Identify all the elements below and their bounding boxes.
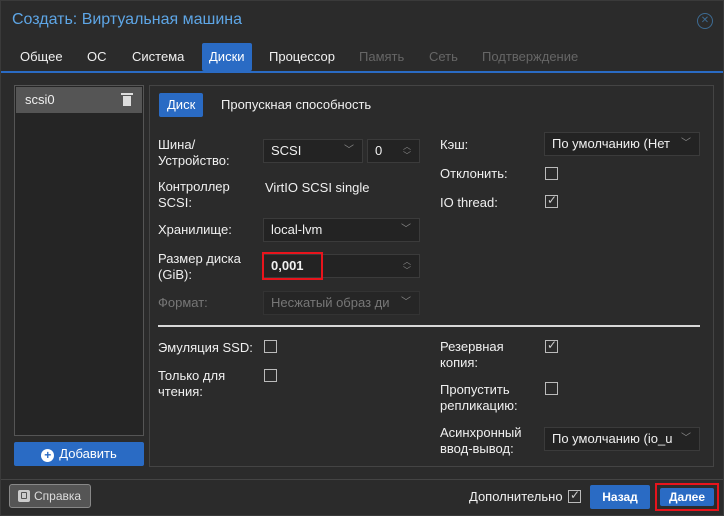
async-io-select-value: По умолчанию (io_u <box>552 431 673 446</box>
readonly-checkbox[interactable] <box>264 369 277 382</box>
chevron-down-icon: ﹀ <box>398 292 411 314</box>
spinner-icon[interactable]: ︿ ﹀ <box>403 142 411 160</box>
tab-disks[interactable]: Диски <box>202 43 252 71</box>
format-label: Формат: <box>158 295 208 310</box>
ssd-emulation-label: Эмуляция SSD: <box>158 340 253 355</box>
disk-item-label: scsi0 <box>25 92 55 107</box>
create-vm-dialog: Создать: Виртуальная машина ✕ Общее ОС С… <box>0 0 724 516</box>
skip-replication-checkbox[interactable] <box>545 382 558 395</box>
dialog-footer: Справка Дополнительно ✓ Назад Далее <box>1 479 723 515</box>
disk-list: scsi0 <box>14 85 144 436</box>
tab-cpu[interactable]: Процессор <box>262 43 342 71</box>
tab-system[interactable]: Система <box>125 43 191 71</box>
disk-size-highlight <box>262 252 323 280</box>
advanced-label: Дополнительно <box>469 489 563 504</box>
add-disk-button[interactable]: + Добавить <box>14 442 144 466</box>
trash-icon[interactable] <box>121 93 133 106</box>
format-select[interactable]: Несжатый образ ди ﹀ <box>263 291 420 315</box>
storage-label: Хранилище: <box>158 222 232 237</box>
iothread-label: IO thread: <box>440 195 498 210</box>
bus-select-value: SCSI <box>271 143 302 158</box>
chevron-down-icon: ﹀ <box>344 145 354 156</box>
divider <box>158 325 700 327</box>
next-button-highlight: Далее <box>655 483 719 511</box>
async-io-select[interactable]: По умолчанию (io_u ﹀ <box>544 427 700 451</box>
controller-label: Контроллер SCSI: <box>158 179 230 210</box>
skip-replication-label: Пропустить репликацию: <box>440 382 518 413</box>
dialog-title: Создать: Виртуальная машина <box>12 11 242 28</box>
chevron-down-icon: ﹀ <box>678 428 691 450</box>
controller-value: VirtIO SCSI single <box>265 180 370 195</box>
next-button[interactable]: Далее <box>660 488 714 506</box>
subtab-bandwidth[interactable]: Пропускная способность <box>213 93 379 117</box>
chevron-down-icon: ﹀ <box>678 133 691 155</box>
spinner-icon[interactable]: ︿ ﹀ <box>403 257 411 275</box>
help-button[interactable]: Справка <box>9 484 91 508</box>
tab-underline <box>1 71 723 73</box>
book-icon <box>18 490 30 502</box>
plus-circle-icon: + <box>41 449 55 462</box>
ssd-emulation-checkbox[interactable] <box>264 340 277 353</box>
discard-checkbox[interactable] <box>545 167 558 180</box>
disk-list-item[interactable]: scsi0 <box>16 87 142 113</box>
readonly-label: Только для чтения: <box>158 368 226 399</box>
tab-memory[interactable]: Память <box>352 43 411 71</box>
backup-label: Резервная копия: <box>440 339 504 370</box>
dialog-titlebar: Создать: Виртуальная машина ✕ <box>1 1 723 39</box>
cache-label: Кэш: <box>440 137 469 152</box>
chevron-down-icon: ﹀ <box>401 224 411 235</box>
subtab-disk[interactable]: Диск <box>159 93 204 117</box>
cache-select-value: По умолчанию (Нет <box>552 136 670 151</box>
back-button[interactable]: Назад <box>590 485 650 509</box>
tab-general[interactable]: Общее <box>13 43 70 71</box>
close-icon[interactable]: ✕ <box>697 13 713 29</box>
device-number-value: 0 <box>375 143 383 158</box>
bus-device-label: Шина/ Устройство: <box>158 137 230 168</box>
bus-select[interactable]: SCSI ﹀ <box>263 139 363 163</box>
tab-confirm[interactable]: Подтверждение <box>475 43 585 71</box>
wizard-tabs: Общее ОС Система Диски Процессор Память … <box>1 43 723 71</box>
tab-os[interactable]: ОС <box>80 43 114 71</box>
device-number-stepper[interactable]: 0 ︿ ﹀ <box>367 139 420 163</box>
disk-size-label: Размер диска (GiB): <box>158 251 241 282</box>
help-button-label: Справка <box>34 489 82 503</box>
backup-checkbox[interactable]: ✓ <box>545 338 558 353</box>
discard-label: Отклонить: <box>440 166 508 181</box>
storage-select[interactable]: local-lvm ﹀ <box>263 218 420 242</box>
advanced-checkbox[interactable]: ✓ <box>568 488 581 503</box>
iothread-checkbox[interactable]: ✓ <box>545 193 558 208</box>
format-select-value: Несжатый образ ди <box>271 295 390 310</box>
storage-select-value: local-lvm <box>271 222 323 237</box>
cache-select[interactable]: По умолчанию (Нет ﹀ <box>544 132 700 156</box>
tab-network[interactable]: Сеть <box>422 43 465 71</box>
async-io-label: Асинхронный ввод-вывод: <box>440 425 522 456</box>
add-disk-label: Добавить <box>59 446 117 461</box>
